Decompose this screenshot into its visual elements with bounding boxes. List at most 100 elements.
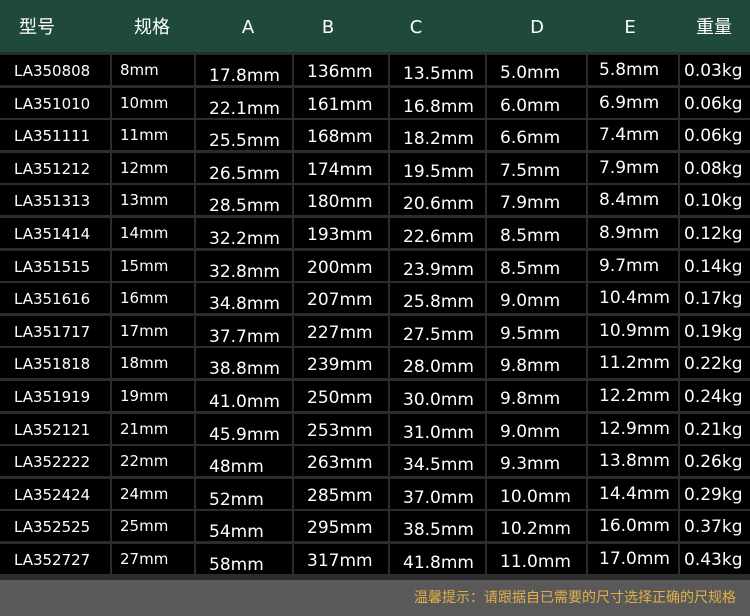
cell-model: LA351414 (0, 218, 110, 248)
cell-a: 32.8mm (196, 250, 292, 281)
cell-c: 31.0mm (390, 413, 485, 444)
cell-spec: 8mm (112, 55, 194, 85)
header-c: C (409, 17, 423, 38)
cell-weight: 0.21kg (680, 413, 750, 444)
cell-b: 250mm (294, 381, 388, 411)
cell-model: LA350808 (0, 55, 110, 85)
cell-c: 16.8mm (390, 87, 485, 118)
cell-b: 317mm (294, 544, 388, 574)
cell-model: LA351111 (0, 120, 110, 151)
cell-model: LA351010 (0, 87, 110, 118)
cell-spec: 13mm (112, 185, 194, 216)
header-d: D (530, 17, 544, 38)
cell-model: LA352727 (0, 544, 110, 574)
cell-weight: 0.22kg (680, 348, 750, 379)
cell-spec: 24mm (112, 478, 194, 509)
footer-bar: 温馨提示：请跟据自已需要的尺寸选择正确的尺规格 (0, 580, 750, 616)
cell-a: 54mm (196, 511, 292, 542)
cell-e: 5.8mm (588, 55, 678, 85)
cell-e: 13.8mm (588, 446, 678, 477)
cell-weight: 0.06kg (680, 87, 750, 118)
cell-a: 41.0mm (196, 381, 292, 411)
cell-e: 10.9mm (588, 315, 678, 346)
cell-model: LA351818 (0, 348, 110, 379)
cell-a: 38.8mm (196, 348, 292, 379)
cell-b: 295mm (294, 511, 388, 542)
cell-c: 28.0mm (390, 348, 485, 379)
cell-b: 239mm (294, 348, 388, 379)
cell-weight: 0.26kg (680, 446, 750, 477)
cell-spec: 19mm (112, 381, 194, 411)
cell-a: 25.5mm (196, 120, 292, 151)
cell-b: 174mm (294, 152, 388, 183)
cell-spec: 27mm (112, 544, 194, 574)
cell-a: 58mm (196, 544, 292, 574)
cell-b: 136mm (294, 55, 388, 85)
table-header: 型号 规格 A B C D E 重量 (0, 0, 750, 52)
cell-a: 17.8mm (196, 55, 292, 85)
footer-note: 温馨提示：请跟据自已需要的尺寸选择正确的尺规格 (414, 590, 736, 606)
cell-e: 17.0mm (588, 544, 678, 574)
cell-c: 23.9mm (390, 250, 485, 281)
cell-model: LA352525 (0, 511, 110, 542)
cell-b: 180mm (294, 185, 388, 216)
cell-c: 38.5mm (390, 511, 485, 542)
cell-weight: 0.14kg (680, 250, 750, 281)
cell-weight: 0.08kg (680, 152, 750, 183)
cell-d: 9.5mm (487, 315, 586, 346)
header-a: A (241, 17, 255, 38)
cell-model: LA351616 (0, 283, 110, 314)
cell-spec: 22mm (112, 446, 194, 477)
cell-b: 168mm (294, 120, 388, 151)
cell-e: 12.2mm (588, 381, 678, 411)
cell-weight: 0.12kg (680, 218, 750, 248)
cell-e: 16.0mm (588, 511, 678, 542)
cell-d: 5.0mm (487, 55, 586, 85)
cell-a: 52mm (196, 478, 292, 509)
cell-b: 161mm (294, 87, 388, 118)
cell-weight: 0.10kg (680, 185, 750, 216)
cell-e: 12.9mm (588, 413, 678, 444)
cell-c: 27.5mm (390, 315, 485, 346)
cell-weight: 0.17kg (680, 283, 750, 314)
cell-d: 6.0mm (487, 87, 586, 118)
cell-spec: 18mm (112, 348, 194, 379)
cell-c: 18.2mm (390, 120, 485, 151)
cell-weight: 0.29kg (680, 478, 750, 509)
cell-a: 32.2mm (196, 218, 292, 248)
cell-d: 9.8mm (487, 381, 586, 411)
cell-c: 13.5mm (390, 55, 485, 85)
cell-b: 207mm (294, 283, 388, 314)
cell-spec: 16mm (112, 283, 194, 314)
cell-model: LA352121 (0, 413, 110, 444)
cell-model: LA352424 (0, 478, 110, 509)
cell-c: 25.8mm (390, 283, 485, 314)
cell-a: 37.7mm (196, 315, 292, 346)
cell-d: 11.0mm (487, 544, 586, 574)
cell-spec: 11mm (112, 120, 194, 151)
cell-b: 263mm (294, 446, 388, 477)
cell-model: LA351919 (0, 381, 110, 411)
cell-b: 285mm (294, 478, 388, 509)
cell-a: 26.5mm (196, 152, 292, 183)
cell-b: 253mm (294, 413, 388, 444)
cell-weight: 0.03kg (680, 55, 750, 85)
cell-c: 41.8mm (390, 544, 485, 574)
cell-b: 227mm (294, 315, 388, 346)
cell-d: 10.2mm (487, 511, 586, 542)
spec-table: LA350808 8mm 17.8mm 136mm 13.5mm 5.0mm 5.8mm 0.… (0, 52, 750, 580)
cell-e: 7.4mm (588, 120, 678, 151)
cell-e: 10.4mm (588, 283, 678, 314)
cell-c: 37.0mm (390, 478, 485, 509)
cell-d: 7.5mm (487, 152, 586, 183)
cell-c: 19.5mm (390, 152, 485, 183)
cell-a: 22.1mm (196, 87, 292, 118)
cell-e: 8.4mm (588, 185, 678, 216)
cell-spec: 21mm (112, 413, 194, 444)
cell-e: 8.9mm (588, 218, 678, 248)
cell-d: 9.0mm (487, 283, 586, 314)
cell-d: 6.6mm (487, 120, 586, 151)
cell-weight: 0.06kg (680, 120, 750, 151)
cell-d: 7.9mm (487, 185, 586, 216)
cell-weight: 0.43kg (680, 544, 750, 574)
